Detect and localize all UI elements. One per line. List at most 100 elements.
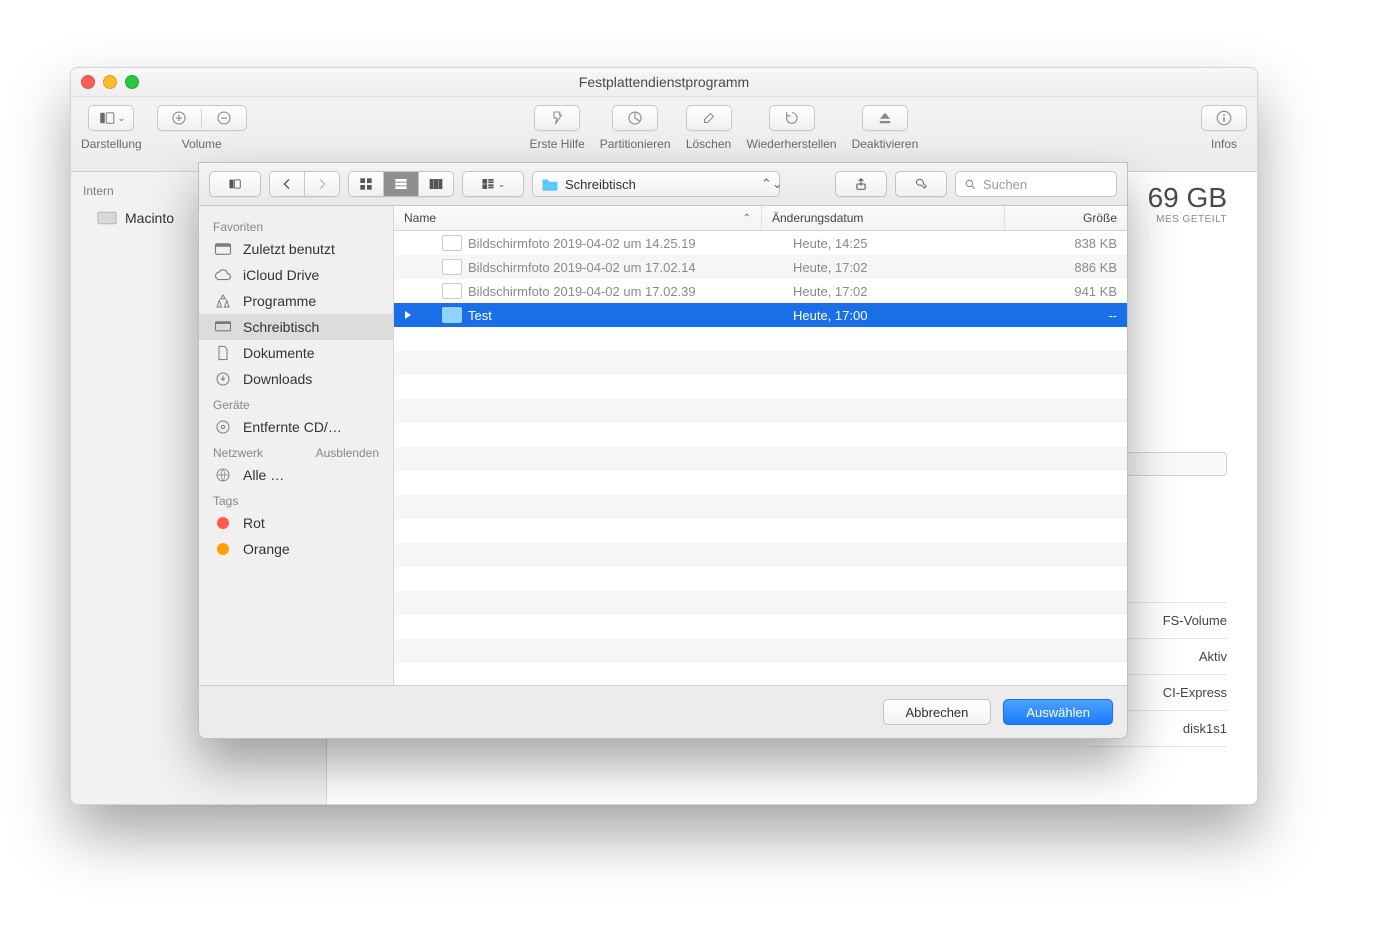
sidebar-item-label: Rot (243, 515, 265, 531)
empty-row (394, 639, 1127, 663)
recent-icon (214, 241, 232, 257)
empty-row (394, 567, 1127, 591)
open-panel-toolbar: ⌄ Schreibtisch ⌃⌄ Suchen (199, 163, 1127, 206)
cancel-button[interactable]: Abbrechen (883, 699, 992, 725)
window-title: Festplattendienstprogramm (579, 74, 749, 90)
minimize-window-button[interactable] (103, 75, 117, 89)
folder-icon (541, 177, 559, 191)
file-date: Heute, 14:25 (783, 231, 1015, 255)
sidebar-item-desktop[interactable]: Schreibtisch (199, 314, 393, 340)
unmount-label: Deaktivieren (852, 137, 919, 151)
file-name: Bildschirmfoto 2019-04-02 um 17.02.39 (468, 284, 696, 299)
sidebar-item-tag-orange[interactable]: Orange (199, 536, 393, 562)
sidebar-item-tag-red[interactable]: Rot (199, 510, 393, 536)
file-name: Test (468, 308, 492, 323)
sidebar-item-remote-cd[interactable]: Entfernte CD/… (199, 414, 393, 440)
restore-icon (783, 109, 801, 127)
sidebar-item-network-all[interactable]: Alle … (199, 462, 393, 488)
volume-buttons (157, 105, 247, 131)
sidebar-item-apps[interactable]: Programme (199, 288, 393, 314)
file-size: 886 KB (1015, 255, 1127, 279)
first-aid-icon (548, 109, 566, 127)
file-size: 941 KB (1015, 279, 1127, 303)
globe-icon (214, 467, 232, 483)
file-rows: Bildschirmfoto 2019-04-02 um 14.25.19Heu… (394, 231, 1127, 685)
view-mode-buttons (348, 171, 454, 197)
sidebar-item-label: Dokumente (243, 345, 315, 361)
empty-row (394, 591, 1127, 615)
info-button[interactable] (1201, 105, 1247, 131)
volume-remove-icon (215, 109, 233, 127)
file-date: Heute, 17:02 (783, 255, 1015, 279)
document-icon (214, 345, 232, 361)
sidebar-icon (98, 109, 116, 127)
sidebar-item-downloads[interactable]: Downloads (199, 366, 393, 392)
sidebar-item-label: Downloads (243, 371, 312, 387)
main-toolbar: ⌄ Darstellung Volume Erste Hilfe Partiti… (71, 97, 1257, 172)
volume-remove-button[interactable] (202, 109, 246, 127)
titlebar: Festplattendienstprogramm (71, 68, 1257, 97)
column-headers: Name ⌃ Änderungsdatum Größe (394, 206, 1127, 231)
tags-button[interactable] (895, 171, 947, 197)
restore-button[interactable] (769, 105, 815, 131)
updown-icon: ⌃⌄ (761, 176, 771, 192)
location-popup[interactable]: Schreibtisch ⌃⌄ (532, 171, 780, 197)
list-view-icon (393, 176, 409, 192)
file-row[interactable]: Test Heute, 17:00-- (394, 303, 1127, 327)
share-icon (854, 177, 868, 191)
col-date[interactable]: Änderungsdatum (762, 206, 1005, 230)
close-window-button[interactable] (81, 75, 95, 89)
sidebar-item-recent[interactable]: Zuletzt benutzt (199, 236, 393, 262)
file-size: -- (1015, 303, 1127, 327)
empty-row (394, 495, 1127, 519)
location-label: Schreibtisch (565, 177, 636, 192)
choose-button[interactable]: Auswählen (1003, 699, 1113, 725)
view-label: Darstellung (81, 137, 142, 151)
devices-header: Geräte (199, 392, 393, 414)
columns-view-button[interactable] (419, 172, 453, 196)
share-button[interactable] (835, 171, 887, 197)
disk-size-value: 69 GB (1148, 182, 1227, 214)
back-button[interactable] (270, 172, 305, 196)
unmount-button[interactable] (862, 105, 908, 131)
partition-label: Partitionieren (600, 137, 671, 151)
sort-asc-icon: ⌃ (743, 213, 751, 224)
downloads-icon (214, 371, 232, 387)
sidebar-item-documents[interactable]: Dokumente (199, 340, 393, 366)
disk-subtitle: MES GETEILT (1148, 214, 1227, 225)
volume-add-icon (170, 109, 188, 127)
list-view-button[interactable] (384, 172, 419, 196)
tag-red-icon (217, 517, 229, 529)
empty-row (394, 423, 1127, 447)
col-size[interactable]: Größe (1005, 206, 1127, 230)
forward-button[interactable] (305, 172, 339, 196)
file-row[interactable]: Bildschirmfoto 2019-04-02 um 17.02.14Heu… (394, 255, 1127, 279)
erase-label: Löschen (686, 137, 731, 151)
file-date: Heute, 17:02 (783, 279, 1015, 303)
icons-view-button[interactable] (349, 172, 384, 196)
network-header: Netzwerk Ausblenden (199, 440, 393, 462)
file-size: 838 KB (1015, 231, 1127, 255)
volume-add-button[interactable] (158, 109, 203, 127)
zoom-window-button[interactable] (125, 75, 139, 89)
sidebar-item-icloud[interactable]: iCloud Drive (199, 262, 393, 288)
erase-button[interactable] (686, 105, 732, 131)
first-aid-button[interactable] (534, 105, 580, 131)
group-icon (481, 177, 495, 191)
sidebar-icon (228, 177, 242, 191)
file-date: Heute, 17:00 (783, 303, 1015, 327)
empty-row (394, 615, 1127, 639)
group-button[interactable]: ⌄ (462, 171, 524, 197)
partition-button[interactable] (612, 105, 658, 131)
tag-icon (914, 177, 928, 191)
view-button[interactable]: ⌄ (88, 105, 134, 131)
hide-network-button[interactable]: Ausblenden (316, 446, 379, 460)
du-sidebar-disk-label: Macinto (125, 210, 174, 226)
sidebar-toggle-button[interactable] (209, 171, 261, 197)
file-row[interactable]: Bildschirmfoto 2019-04-02 um 14.25.19Heu… (394, 231, 1127, 255)
favorites-header: Favoriten (199, 214, 393, 236)
col-name[interactable]: Name ⌃ (394, 206, 762, 230)
sidebar-item-label: Alle … (243, 467, 284, 483)
search-field[interactable]: Suchen (955, 171, 1117, 197)
file-row[interactable]: Bildschirmfoto 2019-04-02 um 17.02.39 Heu… (394, 279, 1127, 303)
